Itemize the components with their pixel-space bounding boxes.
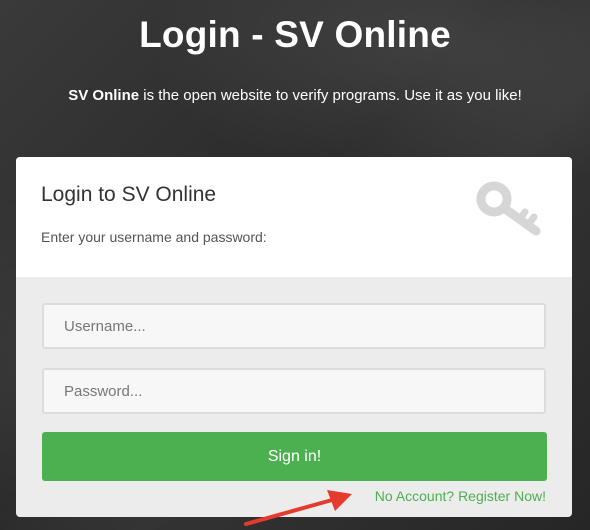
register-link[interactable]: No Account? Register Now! [375, 488, 546, 504]
login-card-header: Login to SV Online Enter your username a… [16, 157, 572, 277]
password-input[interactable] [42, 368, 546, 414]
login-card-subtitle: Enter your username and password: [41, 229, 267, 245]
key-icon [476, 181, 541, 236]
page-title: Login - SV Online [139, 14, 451, 55]
login-card-title: Login to SV Online [41, 183, 217, 206]
page-subtitle: SV Online is the open website to verify … [0, 87, 590, 104]
login-card: Login to SV Online Enter your username a… [16, 157, 572, 517]
site-name: SV Online [68, 87, 140, 104]
red-arrow-icon [244, 490, 352, 526]
username-input[interactable] [42, 303, 546, 349]
sign-in-button[interactable]: Sign in! [42, 432, 547, 481]
site-description: is the open website to verify programs. … [139, 87, 522, 104]
